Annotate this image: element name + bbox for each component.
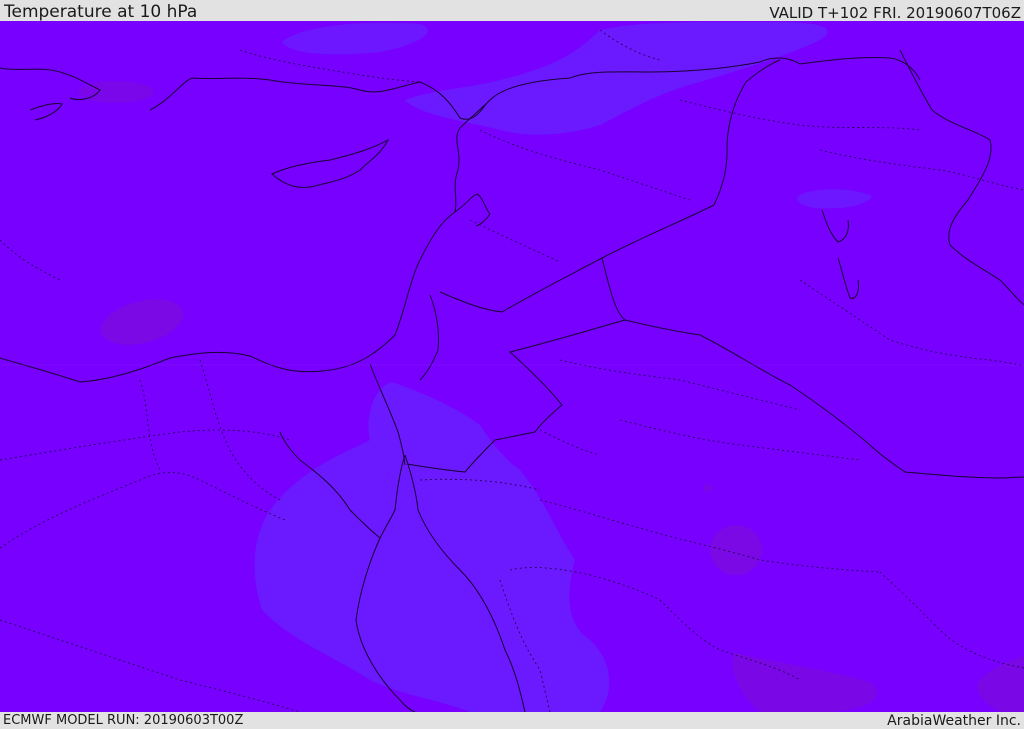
map-title: Temperature at 10 hPa xyxy=(4,2,198,22)
weather-map xyxy=(0,21,1024,712)
credit-text: ArabiaWeather Inc. xyxy=(887,713,1021,729)
valid-time: VALID T+102 FRI. 20190607T06Z xyxy=(769,4,1021,22)
cold-dot xyxy=(704,484,712,492)
model-run: ECMWF MODEL RUN: 20190603T00Z xyxy=(3,713,244,728)
header-bar: Temperature at 10 hPa VALID T+102 FRI. 2… xyxy=(0,0,1024,22)
map-canvas xyxy=(0,21,1024,712)
footer-bar: ECMWF MODEL RUN: 20190603T00Z ArabiaWeat… xyxy=(0,712,1024,729)
cold-patch-arabia xyxy=(710,525,762,575)
